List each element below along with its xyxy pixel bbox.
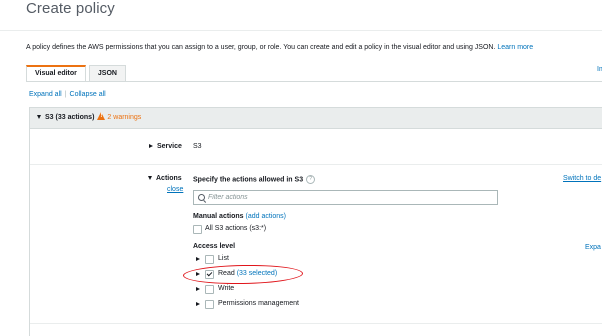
link-separator: | xyxy=(64,91,67,98)
policy-description: A policy defines the AWS permissions tha… xyxy=(26,44,533,51)
warnings-link[interactable]: 2 warnings xyxy=(107,114,141,121)
manual-actions-heading: Manual actions (add actions) xyxy=(193,213,286,220)
read-label: Read (33 selected) xyxy=(218,270,277,277)
service-row-label[interactable]: Service xyxy=(149,143,182,150)
service-value: S3 xyxy=(193,143,202,150)
import-link[interactable]: Im xyxy=(597,66,602,73)
chevron-down-icon xyxy=(37,115,41,120)
service-label: Service xyxy=(157,143,182,150)
expand-access-levels-link[interactable]: Expa xyxy=(585,244,601,251)
expand-permissions-icon[interactable] xyxy=(196,302,200,306)
read-checkbox[interactable] xyxy=(205,270,214,279)
close-actions-link[interactable]: close xyxy=(167,186,183,193)
list-label: List xyxy=(218,255,229,262)
help-icon[interactable]: ? xyxy=(306,175,316,184)
tab-visual-editor[interactable]: Visual editor xyxy=(26,65,86,82)
access-level-label: Access level xyxy=(193,243,236,250)
permissions-management-checkbox[interactable] xyxy=(205,300,214,309)
chevron-down-icon xyxy=(148,176,152,181)
all-s3-actions-checkbox[interactable] xyxy=(193,225,202,234)
actions-title-text: Specify the actions allowed in S3 xyxy=(193,176,304,184)
editor-tabs: Visual editor JSON xyxy=(26,65,129,82)
read-label-text: Read xyxy=(218,270,235,277)
warning-icon xyxy=(97,112,106,120)
page-title: Create policy xyxy=(26,0,115,17)
all-s3-actions-label: All S3 actions (s3:*) xyxy=(205,225,267,232)
filter-actions-input[interactable] xyxy=(208,192,493,203)
read-selected-count-link[interactable]: (33 selected) xyxy=(237,270,277,277)
expand-read-icon[interactable] xyxy=(196,272,200,276)
tabs-divider xyxy=(26,81,602,82)
service-panel: S3 (33 actions) 2 warnings Service S3 Act… xyxy=(29,107,602,336)
expand-write-icon[interactable] xyxy=(196,287,200,291)
service-panel-header[interactable]: S3 (33 actions) 2 warnings xyxy=(30,108,602,129)
row-divider xyxy=(30,164,602,165)
switch-to-deny-link[interactable]: Switch to de xyxy=(563,175,601,182)
manual-actions-label: Manual actions xyxy=(193,213,244,220)
search-icon xyxy=(198,194,205,201)
chevron-right-icon xyxy=(149,144,153,149)
actions-title: Specify the actions allowed in S3? xyxy=(193,175,316,184)
learn-more-link[interactable]: Learn more xyxy=(497,44,533,51)
list-checkbox[interactable] xyxy=(205,255,214,264)
actions-row-label[interactable]: Actions xyxy=(148,175,182,182)
service-panel-title: S3 (33 actions) xyxy=(45,114,95,121)
write-checkbox[interactable] xyxy=(205,285,214,294)
expand-all-link[interactable]: Expand all xyxy=(29,91,62,98)
filter-actions-box[interactable] xyxy=(193,190,498,205)
add-actions-link[interactable]: (add actions) xyxy=(246,213,286,220)
collapse-all-link[interactable]: Collapse all xyxy=(70,91,106,98)
write-label: Write xyxy=(218,285,235,292)
expand-list-icon[interactable] xyxy=(196,257,200,261)
title-divider xyxy=(0,30,602,31)
actions-label: Actions xyxy=(156,175,182,182)
row-divider xyxy=(30,323,602,324)
tab-json[interactable]: JSON xyxy=(88,65,126,82)
description-text: A policy defines the AWS permissions tha… xyxy=(26,44,496,51)
permissions-management-label: Permissions management xyxy=(218,300,299,307)
expand-collapse-links: Expand all | Collapse all xyxy=(29,91,106,98)
